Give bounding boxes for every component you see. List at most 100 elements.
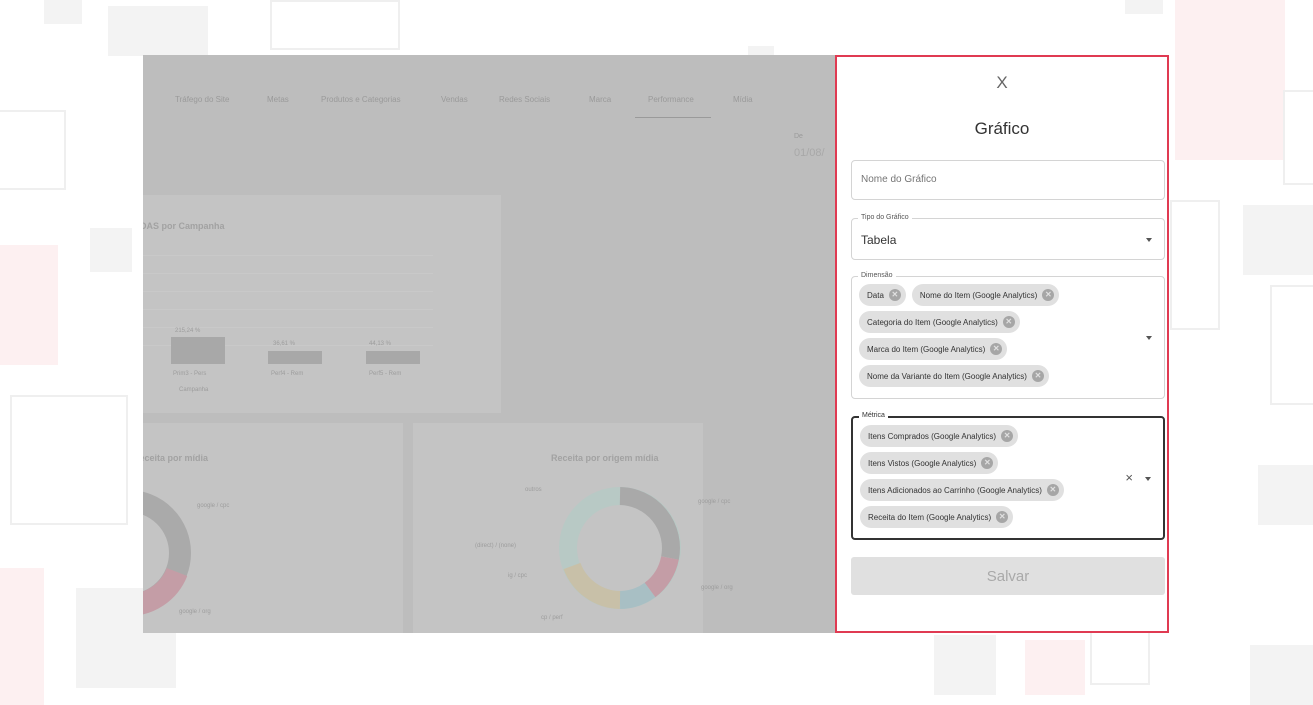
close-button[interactable]: X bbox=[837, 73, 1167, 93]
background-tab: Performance bbox=[648, 95, 694, 104]
donut-chart bbox=[143, 491, 191, 615]
chart-type-label: Tipo do Gráfico bbox=[858, 213, 912, 223]
chip-label: Itens Adicionados ao Carrinho (Google An… bbox=[868, 485, 1042, 495]
chart-name-input[interactable] bbox=[861, 174, 1141, 185]
background-tab: Redes Sociais bbox=[499, 95, 551, 104]
bg-square bbox=[0, 245, 58, 365]
background-tab-underline bbox=[635, 117, 711, 118]
bg-square bbox=[934, 635, 996, 695]
grid-line bbox=[143, 291, 433, 292]
chip-remove-icon[interactable]: ✕ bbox=[1002, 316, 1015, 328]
bg-square bbox=[0, 110, 66, 190]
metric-chip[interactable]: Itens Vistos (Google Analytics) ✕ bbox=[860, 452, 999, 474]
chart-name-field[interactable] bbox=[851, 160, 1165, 200]
chip-remove-icon[interactable]: ✕ bbox=[996, 511, 1009, 523]
bg-square bbox=[0, 568, 44, 705]
chip-remove-icon[interactable]: ✕ bbox=[1031, 370, 1044, 382]
donut-label: ig / cpc bbox=[508, 573, 528, 579]
dimension-label: Dimensão bbox=[858, 271, 896, 281]
chip-label: Data bbox=[867, 290, 884, 300]
bg-square bbox=[1258, 465, 1313, 525]
donut-label: google / org bbox=[701, 585, 733, 591]
chip-remove-icon[interactable]: ✕ bbox=[981, 457, 994, 469]
background-tab: Mídia bbox=[733, 95, 753, 104]
bg-square bbox=[108, 6, 208, 56]
background-tab-bar: Tráfego do Site Metas Produtos e Categor… bbox=[143, 95, 837, 121]
grid-line bbox=[143, 273, 433, 274]
donut-label: google / cpc bbox=[698, 499, 731, 505]
dimension-chip[interactable]: Marca do Item (Google Analytics) ✕ bbox=[859, 338, 1008, 360]
background-tab: Tráfego do Site bbox=[175, 95, 230, 104]
chip-label: Itens Comprados (Google Analytics) bbox=[868, 431, 997, 441]
donut-label: cp / perf bbox=[541, 615, 563, 621]
metric-chip-list: Itens Comprados (Google Analytics) ✕ Iten… bbox=[860, 425, 1122, 533]
donut-label: google / org bbox=[179, 609, 211, 615]
donut-label: outros bbox=[525, 487, 542, 493]
bar bbox=[366, 351, 420, 364]
save-button[interactable]: Salvar bbox=[851, 557, 1165, 595]
bar-category-label: Prim3 - Pers bbox=[173, 371, 207, 377]
metric-select[interactable]: Métrica Itens Comprados (Google Analytic… bbox=[851, 411, 1165, 540]
bg-square bbox=[270, 0, 400, 50]
bg-square bbox=[90, 228, 132, 272]
dimension-chip[interactable]: Categoria do Item (Google Analytics) ✕ bbox=[859, 311, 1020, 333]
background-bar-card: ROAS por Campanha 215,24 % 36,61 % 44,13… bbox=[143, 195, 501, 413]
bg-square bbox=[1270, 285, 1313, 405]
metric-chip[interactable]: Receita do Item (Google Analytics) ✕ bbox=[860, 506, 1014, 528]
bg-square bbox=[1025, 640, 1085, 695]
background-tab: Vendas bbox=[441, 95, 468, 104]
chart-config-modal: X Gráfico Tipo do Gráfico Tabela Dimensã… bbox=[835, 55, 1169, 633]
chart-type-select[interactable]: Tipo do Gráfico Tabela bbox=[851, 213, 1165, 260]
bg-square bbox=[1090, 630, 1150, 685]
chip-remove-icon[interactable]: ✕ bbox=[1001, 430, 1014, 442]
bg-square bbox=[1250, 645, 1313, 705]
bar bbox=[268, 351, 322, 364]
donut-label: (direct) / (none) bbox=[475, 543, 517, 549]
background-tab: Produtos e Categorias bbox=[321, 95, 401, 104]
metric-chip[interactable]: Itens Adicionados ao Carrinho (Google An… bbox=[860, 479, 1064, 501]
bar-value-label: 44,13 % bbox=[369, 341, 392, 347]
dimension-chip-list: Data ✕ Nome do Item (Google Analytics) ✕ C… bbox=[859, 284, 1121, 392]
chip-remove-icon[interactable]: ✕ bbox=[888, 289, 901, 301]
dimension-chip[interactable]: Nome do Item (Google Analytics) ✕ bbox=[911, 284, 1060, 306]
chart-type-value: Tabela bbox=[861, 233, 897, 247]
bg-square bbox=[10, 395, 128, 525]
background-donut-card-left: Receita por mídia google / cpc google / … bbox=[143, 423, 403, 633]
background-bar-title: ROAS por Campanha bbox=[143, 221, 225, 231]
donut-chart bbox=[559, 487, 681, 609]
dimension-chip[interactable]: Data ✕ bbox=[859, 284, 906, 306]
bg-square bbox=[1283, 90, 1313, 185]
dashboard-backdrop[interactable]: Tráfego do Site Metas Produtos e Categor… bbox=[143, 55, 837, 633]
background-tab: Metas bbox=[267, 95, 289, 104]
bar-axis-label: Campanha bbox=[179, 387, 209, 393]
chevron-down-icon[interactable] bbox=[1145, 477, 1151, 481]
dimension-select[interactable]: Dimensão Data ✕ Nome do Item (Google Anal… bbox=[851, 271, 1165, 399]
dimension-chip[interactable]: Nome da Variante do Item (Google Analyti… bbox=[859, 365, 1049, 387]
background-donut-card-right: Receita por origem mídia google / cpc ou… bbox=[413, 423, 733, 633]
metric-label: Métrica bbox=[859, 411, 888, 421]
background-tab: Marca bbox=[589, 95, 612, 104]
bar-category-label: Perf4 - Rem bbox=[271, 371, 304, 377]
bg-square bbox=[44, 0, 82, 24]
background-date-value: 01/08/ bbox=[794, 147, 825, 159]
modal-title: Gráfico bbox=[974, 119, 1030, 138]
chip-remove-icon[interactable]: ✕ bbox=[1042, 289, 1055, 301]
background-date-label: De bbox=[794, 133, 803, 140]
chip-label: Nome do Item (Google Analytics) bbox=[919, 290, 1038, 300]
bar-category-label: Perf5 - Rem bbox=[369, 371, 402, 377]
clear-icon[interactable]: × bbox=[1125, 470, 1133, 485]
bar bbox=[171, 337, 225, 364]
grid-line bbox=[143, 309, 433, 310]
chevron-down-icon[interactable] bbox=[1146, 238, 1152, 242]
chip-label: Itens Vistos (Google Analytics) bbox=[868, 458, 977, 468]
chip-label: Categoria do Item (Google Analytics) bbox=[867, 317, 998, 327]
chip-remove-icon[interactable]: ✕ bbox=[990, 343, 1003, 355]
bar-value-label: 215,24 % bbox=[175, 328, 201, 334]
chip-label: Marca do Item (Google Analytics) bbox=[867, 344, 986, 354]
metric-chip[interactable]: Itens Comprados (Google Analytics) ✕ bbox=[860, 425, 1019, 447]
donut-label: google / cpc bbox=[197, 503, 230, 509]
chevron-down-icon[interactable] bbox=[1146, 336, 1152, 340]
chip-remove-icon[interactable]: ✕ bbox=[1046, 484, 1059, 496]
bg-square bbox=[1125, 0, 1163, 14]
bar-value-label: 36,61 % bbox=[273, 341, 296, 347]
